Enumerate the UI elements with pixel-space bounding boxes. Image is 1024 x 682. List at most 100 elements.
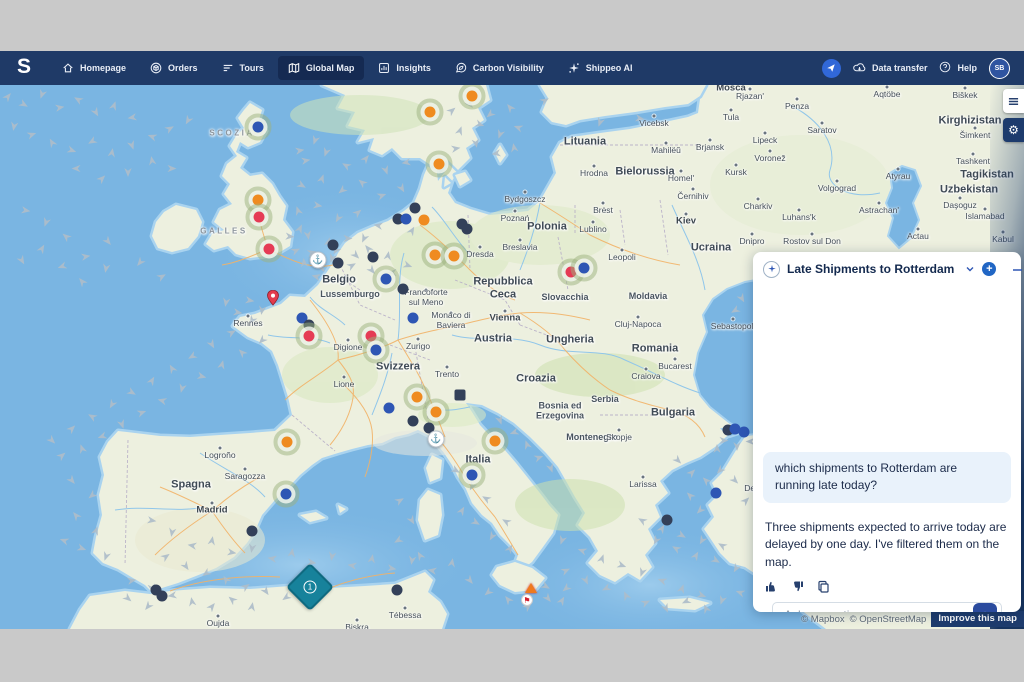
thumbs-down-button[interactable] <box>791 580 804 593</box>
shipment-marker-orange[interactable] <box>449 251 460 262</box>
shipment-marker-orange[interactable] <box>253 195 264 206</box>
shipment-marker-orange[interactable] <box>430 250 441 261</box>
shipment-marker-blue[interactable] <box>384 403 395 414</box>
shipment-marker-navy[interactable] <box>410 203 421 214</box>
vessel-cluster-icon[interactable]: ⚓ <box>310 252 327 269</box>
global-map[interactable]: SCOZIAGALLESBelgioLussemburgoPoloniaLitu… <box>0 85 1024 629</box>
shipment-marker-navy[interactable] <box>333 258 344 269</box>
thumbs-up-button[interactable] <box>765 580 778 593</box>
shipment-marker-navy[interactable] <box>157 591 168 602</box>
minimize-chat-button[interactable] <box>1012 264 1023 275</box>
shipment-marker-orange[interactable] <box>431 407 442 418</box>
shipment-marker-orange[interactable] <box>282 437 293 448</box>
osm-attribution-link[interactable]: © OpenStreetMap <box>850 614 927 625</box>
vessel-cluster-icon[interactable]: ⚓ <box>428 431 445 448</box>
assistant-button[interactable] <box>822 59 841 78</box>
shipment-marker-orange[interactable] <box>434 159 445 170</box>
shipment-marker-blue[interactable] <box>711 488 722 499</box>
location-pin-icon[interactable] <box>266 290 280 311</box>
shipment-marker-navy[interactable] <box>392 585 403 596</box>
shipment-marker-orange[interactable] <box>425 107 436 118</box>
user-avatar[interactable]: SB <box>989 58 1010 79</box>
map-layers-button[interactable] <box>1003 89 1024 113</box>
nav-label: Homepage <box>80 63 126 73</box>
chat-question-input[interactable] <box>784 608 973 612</box>
top-navbar: S Homepage Orders Tours Global Map Insig… <box>0 51 1024 85</box>
shipment-marker-navy[interactable] <box>328 240 339 251</box>
cluster-count: 1 <box>304 581 317 594</box>
shipment-marker-red[interactable] <box>566 267 577 278</box>
chevron-down-icon <box>965 264 975 274</box>
selected-cluster-diamond[interactable]: 1 <box>286 563 334 611</box>
home-icon <box>62 62 74 74</box>
shipment-marker-orange[interactable] <box>419 215 430 226</box>
chat-messages: which shipments to Rotterdam are running… <box>753 286 1021 612</box>
warning-triangle-icon[interactable] <box>525 583 537 593</box>
shipment-marker-blue[interactable] <box>253 122 264 133</box>
ai-chat-panel: Late Shipments to Rotterdam + whic <box>753 252 1021 612</box>
nav-items: Homepage Orders Tours Global Map Insight… <box>52 51 646 85</box>
insights-icon <box>378 62 390 74</box>
shipment-marker-blue[interactable] <box>371 345 382 356</box>
shipment-marker-blue[interactable] <box>579 263 590 274</box>
shipment-marker-navy[interactable] <box>304 320 315 331</box>
red-flag-icon[interactable]: ⚑ <box>521 594 533 606</box>
nav-item-insights[interactable]: Insights <box>368 56 441 80</box>
shipment-marker-navy[interactable] <box>398 284 409 295</box>
data-transfer-button[interactable]: Data transfer <box>853 62 928 75</box>
nav-item-tours[interactable]: Tours <box>212 56 274 80</box>
shipment-marker-blue[interactable] <box>739 427 750 438</box>
data-transfer-label: Data transfer <box>872 63 928 73</box>
chat-title-dropdown[interactable] <box>965 264 975 274</box>
nav-item-homepage[interactable]: Homepage <box>52 56 136 80</box>
nav-item-shippeo-ai[interactable]: Shippeo AI <box>558 56 643 80</box>
shipment-marker-orange[interactable] <box>467 91 478 102</box>
nav-label: Orders <box>168 63 198 73</box>
mapbox-attribution-link[interactable]: © Mapbox <box>801 614 844 625</box>
arrow-up-icon: ↑ <box>982 607 989 612</box>
shipment-marker-red[interactable] <box>304 331 315 342</box>
nav-item-carbon-visibility[interactable]: Carbon Visibility <box>445 56 554 80</box>
shippeo-logo[interactable]: S <box>17 55 30 79</box>
shipment-marker-blue[interactable] <box>467 470 478 481</box>
new-chat-button[interactable]: + <box>982 262 996 276</box>
shipment-marker-navy[interactable] <box>462 224 473 235</box>
shipment-marker-blue[interactable] <box>401 214 412 225</box>
nav-label: Shippeo AI <box>586 63 633 73</box>
shipment-marker-red[interactable] <box>264 244 275 255</box>
shipment-marker-navy[interactable] <box>368 252 379 263</box>
shipment-marker-navy[interactable] <box>247 526 258 537</box>
shipment-marker-blue[interactable] <box>408 313 419 324</box>
nav-item-orders[interactable]: Orders <box>140 56 208 80</box>
shipment-marker-blue[interactable] <box>281 489 292 500</box>
help-icon <box>939 61 951 75</box>
shipment-marker-navy[interactable] <box>662 515 673 526</box>
gear-icon: ⚙ <box>1008 123 1019 137</box>
chat-header: Late Shipments to Rotterdam + <box>753 252 1021 286</box>
plus-icon: + <box>982 262 996 276</box>
ai-response-text: Three shipments expected to arrive today… <box>763 519 1011 571</box>
shipment-marker-red[interactable] <box>366 331 377 342</box>
copy-button[interactable] <box>817 580 830 593</box>
minimize-icon <box>1012 264 1023 275</box>
ai-badge-icon <box>763 261 780 278</box>
user-message-bubble: which shipments to Rotterdam are running… <box>763 452 1011 503</box>
shipment-marker-navy[interactable] <box>408 416 419 427</box>
improve-map-link[interactable]: Improve this map <box>931 611 1024 627</box>
shipment-marker-red[interactable] <box>254 212 265 223</box>
list-icon <box>1008 96 1019 107</box>
help-button[interactable]: Help <box>939 61 977 75</box>
leaf-bubble-icon <box>455 62 467 74</box>
shipment-marker-navy[interactable] <box>455 390 466 401</box>
help-label: Help <box>957 63 977 73</box>
nav-label: Carbon Visibility <box>473 63 544 73</box>
shipment-marker-orange[interactable] <box>412 392 423 403</box>
chat-title: Late Shipments to Rotterdam <box>787 262 954 276</box>
map-settings-button[interactable]: ⚙ <box>1003 118 1024 142</box>
app-window: S Homepage Orders Tours Global Map Insig… <box>0 0 1024 682</box>
shipment-marker-orange[interactable] <box>490 436 501 447</box>
send-button[interactable]: ↑ <box>973 603 997 612</box>
shipment-marker-blue[interactable] <box>381 274 392 285</box>
ai-sparkle-icon <box>568 62 580 74</box>
nav-item-global-map[interactable]: Global Map <box>278 56 365 80</box>
